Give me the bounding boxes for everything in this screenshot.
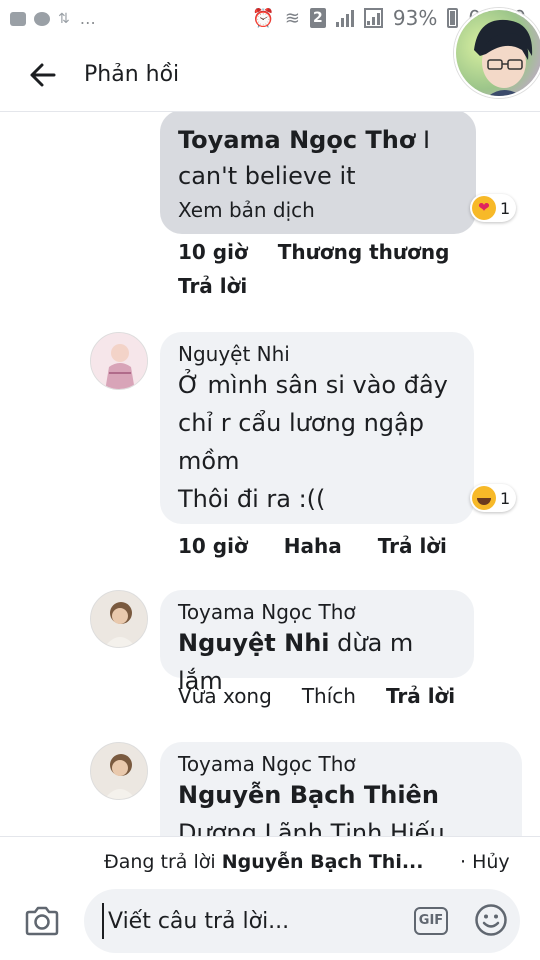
battery-icon: [447, 8, 459, 28]
sticker-smile-icon[interactable]: [474, 903, 508, 937]
reaction-count: 1: [500, 488, 511, 508]
comment-author[interactable]: Toyama Ngọc Thơ: [178, 600, 456, 624]
comment-actions-row-2: Trả lời: [178, 274, 247, 298]
avatar[interactable]: [90, 590, 148, 648]
signal-2-icon: [363, 8, 383, 28]
haha-reaction-icon: [472, 486, 496, 510]
comment-text: Nguyễn Bạch Thiên: [178, 776, 504, 814]
reply-input[interactable]: [102, 901, 402, 941]
comment-line: Thôi đi ra :((: [178, 485, 326, 513]
tagged-user[interactable]: Nguyệt Nhi: [178, 629, 330, 657]
comment-author[interactable]: Toyama Ngọc Thơ: [178, 752, 504, 776]
comment-author[interactable]: Toyama Ngọc Thơ: [178, 126, 415, 154]
comment-timestamp: 10 giờ: [178, 534, 248, 558]
comment-actions: 10 giờ Thương thương: [178, 240, 449, 264]
comment-bubble[interactable]: Toyama Ngọc Thơ Nguyệt Nhi dừa m lắm: [160, 590, 474, 695]
avatar-photo-icon: [91, 591, 147, 647]
comment-actions: 10 giờ Haha Trả lời: [178, 534, 447, 558]
reply-button[interactable]: Trả lời: [178, 274, 247, 298]
reaction-count: 1: [500, 198, 511, 218]
tagged-user[interactable]: Nguyễn Bạch Thiên: [178, 781, 439, 809]
signal-icon: [335, 9, 354, 27]
comment-actions: Vừa xong Thích Trả lời: [178, 684, 455, 708]
like-button[interactable]: Thích: [302, 684, 356, 708]
alarm-icon: ⏰: [252, 7, 275, 29]
replying-prefix: Đang trả lời: [104, 851, 216, 873]
reply-button[interactable]: Trả lời: [378, 534, 447, 558]
comment-bubble[interactable]: Toyama Ngọc Thơ I can't believe it Xem b…: [160, 112, 476, 234]
reply-button[interactable]: Trả lời: [386, 684, 455, 708]
avatar-illustration-icon: [91, 333, 147, 389]
comment-line: mồm: [178, 447, 240, 475]
comment-author[interactable]: Nguyệt Nhi: [178, 342, 456, 366]
comment-message: Dương Lãnh Tịnh Hiếu: [178, 819, 445, 836]
cancel-reply-button[interactable]: · Hủy: [460, 851, 510, 873]
video-call-icon: [10, 11, 26, 26]
comment-text: Toyama Ngọc Thơ I can't believe it: [178, 122, 458, 194]
sim-badge: 2: [309, 8, 326, 28]
data-transfer-icon: ⇅: [58, 10, 70, 27]
gif-button[interactable]: GIF: [414, 907, 448, 935]
wifi-icon: ≋: [284, 7, 300, 29]
comment-line: chỉ r cẩu lương ngập: [178, 409, 424, 437]
see-translation-link[interactable]: Xem bản dịch: [178, 198, 458, 222]
avatar[interactable]: [90, 332, 148, 390]
profile-avatar[interactable]: [454, 8, 540, 98]
battery-percent: 93%: [392, 6, 438, 30]
care-reaction-icon: ❤: [472, 196, 496, 220]
reply-composer: Đang trả lời Nguyễn Bạch Thi... · Hủy GI…: [0, 836, 540, 960]
avatar-photo-icon: [91, 743, 147, 799]
notification-icons: ⇅ …: [10, 9, 96, 28]
back-arrow-icon[interactable]: [28, 62, 56, 88]
replying-to-label: Đang trả lời Nguyễn Bạch Thi...: [104, 851, 424, 873]
comment-bubble[interactable]: Nguyệt Nhi Ở mình sân si vào đây chỉ r c…: [160, 332, 474, 524]
comment-timestamp: Vừa xong: [178, 684, 272, 708]
comment-line: Ở mình sân si vào đây: [178, 371, 448, 399]
comment-timestamp: 10 giờ: [178, 240, 248, 264]
camera-icon[interactable]: [24, 905, 60, 937]
reply-input-container[interactable]: GIF: [84, 889, 520, 953]
reaction-summary[interactable]: ❤ 1: [470, 194, 517, 222]
replying-to-name: Nguyễn Bạch Thi...: [221, 851, 424, 873]
anime-avatar-icon: [456, 10, 540, 96]
messenger-icon: [34, 11, 50, 26]
reaction-label-button[interactable]: Thương thương: [278, 240, 450, 264]
reaction-label-button[interactable]: Haha: [284, 534, 342, 558]
comment-thread: Toyama Ngọc Thơ I can't believe it Xem b…: [0, 112, 540, 836]
page-title: Phản hồi: [84, 62, 180, 87]
comment-bubble[interactable]: Toyama Ngọc Thơ Nguyễn Bạch Thiên Dương …: [160, 742, 522, 836]
avatar[interactable]: [90, 742, 148, 800]
reaction-summary[interactable]: 1: [470, 484, 517, 512]
more-notifications-icon: …: [79, 9, 96, 28]
